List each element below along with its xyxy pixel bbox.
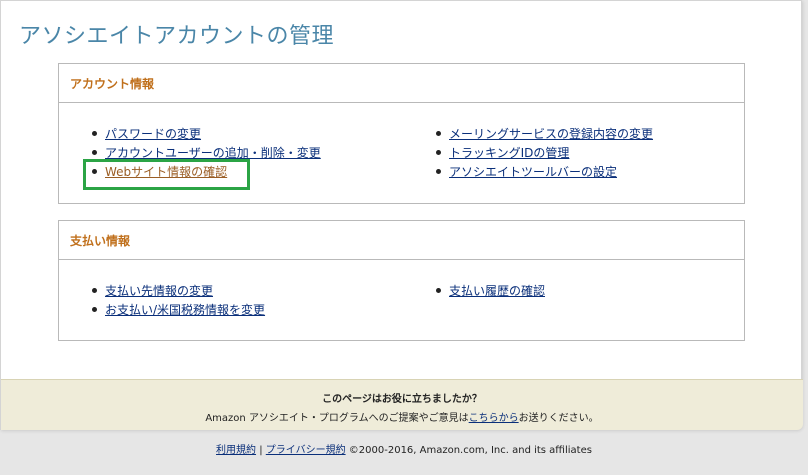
section-header: アカウント情報 xyxy=(59,64,744,103)
list-item: お支払い/米国税務情報を変更 xyxy=(92,300,265,319)
list-item: 支払い履歴の確認 xyxy=(436,281,545,300)
change-password-link[interactable]: パスワードの変更 xyxy=(105,125,201,142)
footer: 利用規約 | プライバシー規約 ©2000-2016, Amazon.com, … xyxy=(0,441,808,456)
list-item: 支払い先情報の変更 xyxy=(92,281,265,300)
copyright-text: ©2000-2016, Amazon.com, Inc. and its aff… xyxy=(348,445,592,456)
payment-left-links: 支払い先情報の変更 お支払い/米国税務情報を変更 xyxy=(92,281,265,319)
list-item: メーリングサービスの登録内容の変更 xyxy=(436,124,653,143)
associate-toolbar-link[interactable]: アソシエイトツールバーの設定 xyxy=(449,163,617,180)
mailing-service-link[interactable]: メーリングサービスの登録内容の変更 xyxy=(449,125,653,142)
list-item: アソシエイトツールバーの設定 xyxy=(436,162,653,181)
account-right-links: メーリングサービスの登録内容の変更 トラッキングIDの管理 アソシエイトツールバ… xyxy=(436,124,653,181)
bullet-icon xyxy=(436,288,441,293)
feedback-bar: このページはお役に立ちましたか？ Amazon アソシエイト・プログラムへのご提… xyxy=(1,379,803,430)
payment-info-section: 支払い情報 支払い先情報の変更 お支払い/米国税務情報を変更 支払い履歴の確認 xyxy=(58,220,745,341)
payment-info-header: 支払い情報 xyxy=(70,233,131,248)
bullet-icon xyxy=(92,307,97,312)
section-header: 支払い情報 xyxy=(59,221,744,260)
feedback-text-before: Amazon アソシエイト・プログラムへのご提案やご意見は xyxy=(205,413,469,424)
list-item: パスワードの変更 xyxy=(92,124,321,143)
bullet-icon xyxy=(92,288,97,293)
payment-history-link[interactable]: 支払い履歴の確認 xyxy=(449,282,545,299)
feedback-text: Amazon アソシエイト・プログラムへのご提案やご意見はこちらからお送りくださ… xyxy=(1,409,803,424)
list-item: トラッキングIDの管理 xyxy=(436,143,653,162)
feedback-link[interactable]: こちらから xyxy=(469,413,519,424)
feedback-text-after: お送りください。 xyxy=(518,413,599,424)
main-panel: アソシエイトアカウントの管理 アカウント情報 パスワードの変更 アカウントユーザ… xyxy=(0,0,803,430)
bullet-icon xyxy=(92,131,97,136)
privacy-link[interactable]: プライバシー規約 xyxy=(266,445,346,456)
payee-info-link[interactable]: 支払い先情報の変更 xyxy=(105,282,213,299)
bullet-icon xyxy=(436,169,441,174)
bullet-icon xyxy=(92,150,97,155)
bullet-icon xyxy=(436,131,441,136)
tracking-id-link[interactable]: トラッキングIDの管理 xyxy=(449,144,569,161)
bullet-icon xyxy=(436,150,441,155)
payment-right-links: 支払い履歴の確認 xyxy=(436,281,545,300)
page-title: アソシエイトアカウントの管理 xyxy=(19,24,335,49)
feedback-question: このページはお役に立ちましたか？ xyxy=(322,394,482,405)
terms-link[interactable]: 利用規約 xyxy=(216,445,256,456)
tax-info-link[interactable]: お支払い/米国税務情報を変更 xyxy=(105,301,265,318)
account-info-header: アカウント情報 xyxy=(70,76,155,91)
highlight-box xyxy=(83,159,250,190)
footer-separator: | xyxy=(259,445,263,456)
